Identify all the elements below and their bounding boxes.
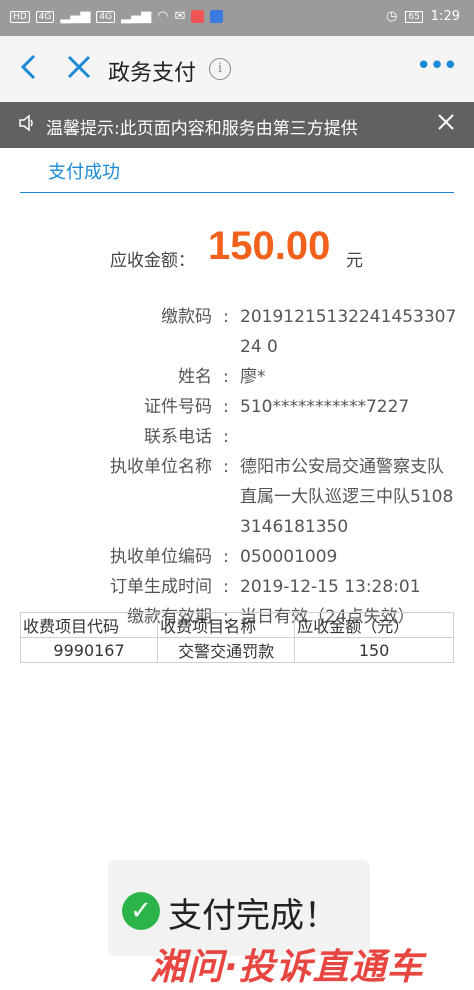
fee-table: 收费项目代码 收费项目名称 应收金额（元） 9990167 交警交通罚款 150 [19,612,454,663]
detail-row-payment-code: 缴款码 : 2019121513224145330724 0 [0,302,474,362]
column-header: 收费项目名称 [157,612,296,638]
signal-4g-badge: 4G [35,10,55,23]
column-header: 收费项目代码 [19,612,159,638]
detail-label: 执收单位名称 [110,457,212,477]
signal-4g-badge-2: 4G [96,10,116,23]
alarm-icon: ◷ [386,9,398,24]
column-header: 应收金额（元） [294,612,454,638]
detail-value [240,422,460,452]
close-icon[interactable] [66,52,96,86]
status-right: ◷ 65 1:29 [386,9,460,24]
detail-value: 050001009 [240,547,338,567]
detail-label: 订单生成时间 [110,577,212,597]
table-cell: 交警交通罚款 [157,637,296,663]
detail-row-unit-code: 执收单位编码 : 050001009 [0,542,474,572]
notice-banner: 温馨提示:此页面内容和服务由第三方提供 [0,102,474,148]
detail-value: 2019-12-15 13:28:01 [240,577,421,597]
info-icon[interactable]: i [209,58,231,80]
detail-label: 姓名 [178,367,212,387]
tab-underline [20,192,454,193]
toast-text: 支付完成！ [168,896,338,936]
watermark-logo: 湘问·投诉直通车 [150,947,424,988]
speaker-icon [18,113,36,138]
notification-icon: ✉ [174,9,186,24]
detail-label: 证件号码 [144,397,212,417]
detail-value: 廖* [240,367,266,387]
fee-table-header: 收费项目代码 收费项目名称 应收金额（元） [19,612,454,638]
table-row: 9990167 交警交通罚款 150 [19,637,454,663]
checkmark-icon: ✓ [122,892,160,930]
detail-label: 联系电话 [144,427,212,447]
amount-value: 150.00 [208,224,331,268]
detail-value: 510***********7227 [240,397,410,417]
app-notification-icon [191,10,205,23]
detail-row-collecting-unit: 执收单位名称 : 德阳市公安局交通警察支队直属一大队巡逻三中队510831461… [0,452,474,542]
notice-text: 温馨提示:此页面内容和服务由第三方提供 [46,119,358,139]
amount-unit: 元 [346,251,363,271]
detail-label: 缴款码 [161,307,212,327]
page-title: 政务支付 [108,61,197,86]
signal-icon-2: ▂▄▆ [121,9,152,24]
detail-value: 德阳市公安局交通警察支队直属一大队巡逻三中队51083146181350 [240,457,454,537]
status-left: HD 4G ▂▄▆ 4G ▂▄▆ ◠ ✉ [10,9,224,24]
amount-row: 应收金额： 150.00 元 [0,222,474,282]
amount-label: 应收金额： [110,251,195,271]
signal-icon: ▂▄▆ [60,9,91,24]
app-notification-icon-2 [210,10,224,23]
status-bar: HD 4G ▂▄▆ 4G ▂▄▆ ◠ ✉ ◷ 65 1:29 [0,0,474,36]
back-icon[interactable] [18,52,48,86]
table-cell: 150 [294,637,454,663]
more-icon[interactable]: ••• [416,53,458,79]
notice-close-icon[interactable] [436,110,456,140]
detail-label: 执收单位编码 [110,547,212,567]
detail-row-name: 姓名 : 廖* [0,362,474,392]
clock-time: 1:29 [430,9,460,24]
table-cell: 9990167 [19,637,159,663]
tab-payment-success[interactable]: 支付成功 [48,158,120,184]
nav-bar: 政务支付 i ••• [0,36,474,103]
detail-value: 2019121513224145330724 0 [240,307,457,357]
detail-row-order-time: 订单生成时间 : 2019-12-15 13:28:01 [0,572,474,602]
detail-row-phone: 联系电话 : [0,422,474,452]
payment-details: 缴款码 : 2019121513224145330724 0 姓名 : 廖* 证… [0,302,474,632]
battery-icon: 65 [405,10,423,23]
wifi-icon: ◠ [157,9,169,24]
detail-row-id-number: 证件号码 : 510***********7227 [0,392,474,422]
hd-badge: HD [10,10,30,23]
